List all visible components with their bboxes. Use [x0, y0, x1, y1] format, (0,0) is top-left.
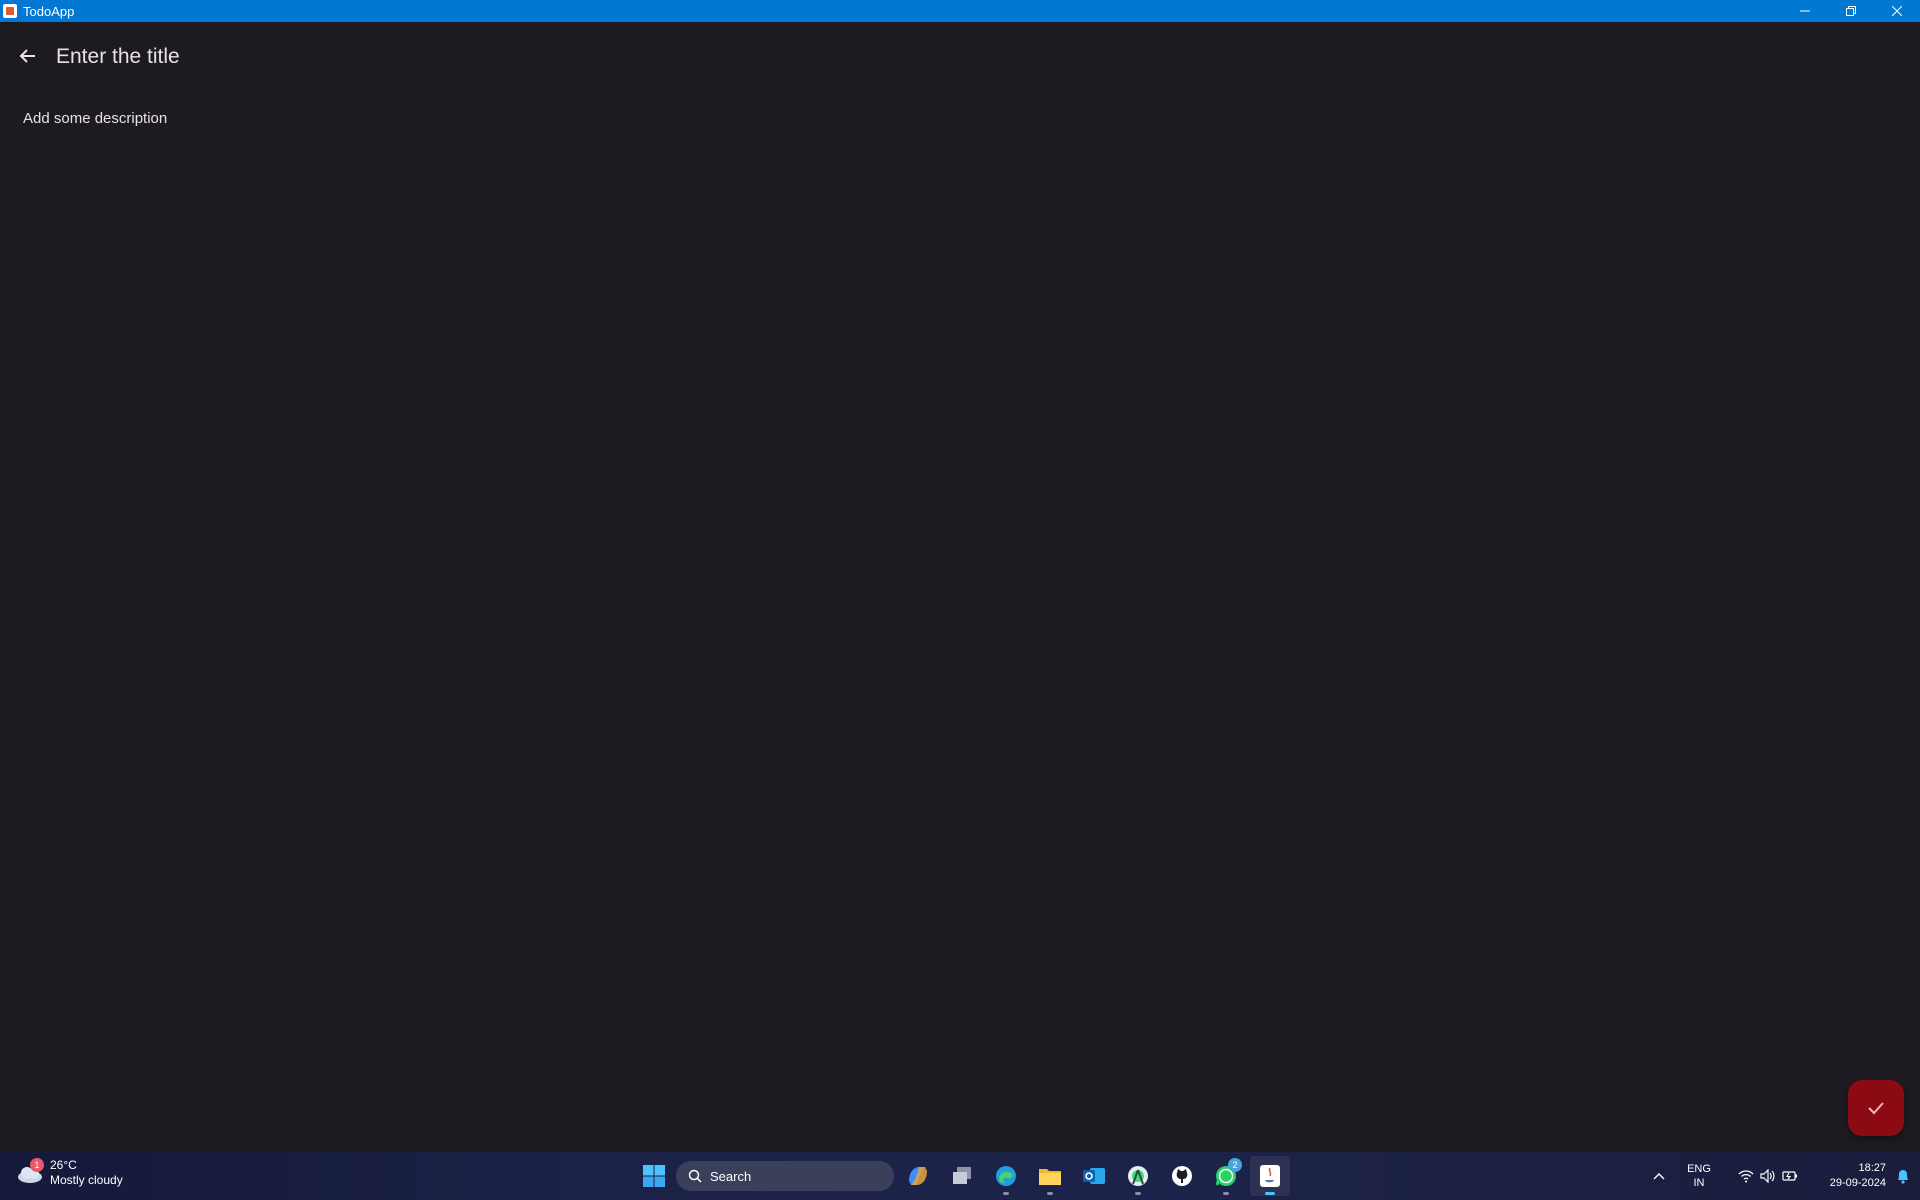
- github-icon: [1172, 1166, 1192, 1186]
- window-title: TodoApp: [23, 3, 75, 19]
- taskbar-edge[interactable]: [986, 1156, 1026, 1196]
- arrow-back-icon: [19, 49, 35, 63]
- weather-widget[interactable]: 1 26°C Mostly cloudy: [16, 1158, 123, 1188]
- close-button[interactable]: [1874, 0, 1920, 22]
- taskbar-github[interactable]: [1162, 1156, 1202, 1196]
- taskbar: 1 26°C Mostly cloudy Search 2 ENG IN 18:…: [0, 1152, 1920, 1200]
- taskbar-apps: Search 2: [636, 1156, 1290, 1196]
- task-view-icon: [953, 1167, 971, 1184]
- running-indicator: [1223, 1192, 1229, 1195]
- java-icon: [1260, 1165, 1280, 1187]
- taskbar-whatsapp[interactable]: 2: [1206, 1156, 1246, 1196]
- android-studio-icon: [1128, 1166, 1148, 1186]
- taskbar-file-explorer[interactable]: [1030, 1156, 1070, 1196]
- clock-time: 18:27: [1858, 1162, 1886, 1174]
- weather-badge: 1: [30, 1158, 44, 1172]
- running-indicator: [1047, 1192, 1053, 1195]
- battery-icon: [1782, 1171, 1797, 1181]
- running-indicator: [1135, 1192, 1141, 1195]
- volume-icon: [1760, 1169, 1775, 1183]
- search-icon: [688, 1169, 702, 1183]
- weather-temp: 26°C: [50, 1158, 77, 1172]
- description-input[interactable]: [23, 110, 1223, 360]
- search-label: Search: [710, 1168, 752, 1184]
- taskbar-outlook[interactable]: [1074, 1156, 1114, 1196]
- save-button[interactable]: [1848, 1080, 1904, 1136]
- restore-button[interactable]: [1828, 0, 1874, 22]
- minimize-icon: [1800, 10, 1810, 12]
- quick-settings[interactable]: [1738, 1169, 1798, 1183]
- note-editor: [0, 22, 1920, 1152]
- running-indicator: [1265, 1192, 1275, 1195]
- window-titlebar: TodoApp: [0, 0, 1920, 22]
- title-input[interactable]: [56, 42, 656, 72]
- window-controls: [1782, 0, 1920, 22]
- taskbar-java[interactable]: [1250, 1156, 1290, 1196]
- cloud-icon: 1: [16, 1158, 44, 1184]
- outlook-icon: [1083, 1168, 1105, 1184]
- minimize-button[interactable]: [1782, 0, 1828, 22]
- app-logo-icon: [3, 4, 17, 18]
- system-tray: ENG IN 18:27 29-09-2024: [1644, 1152, 1920, 1200]
- clock[interactable]: 18:27 29-09-2024: [1814, 1161, 1886, 1191]
- close-icon: [1892, 6, 1902, 16]
- weather-condition: Mostly cloudy: [50, 1173, 123, 1187]
- chevron-up-icon: [1653, 1173, 1665, 1180]
- region-code: IN: [1693, 1177, 1705, 1189]
- folder-icon: [1039, 1169, 1061, 1185]
- check-icon: [1868, 1102, 1884, 1115]
- taskbar-search[interactable]: Search: [676, 1161, 894, 1191]
- language-code: ENG: [1687, 1163, 1711, 1175]
- notifications-button[interactable]: [1886, 1168, 1920, 1184]
- restore-icon: [1846, 6, 1856, 16]
- wifi-icon: [1738, 1170, 1754, 1183]
- show-hidden-icons-button[interactable]: [1644, 1172, 1674, 1180]
- windows-logo-icon: [643, 1165, 665, 1187]
- running-indicator: [1003, 1192, 1009, 1195]
- taskbar-android-studio[interactable]: [1118, 1156, 1158, 1196]
- clock-date: 29-09-2024: [1829, 1177, 1886, 1189]
- bell-icon: [1898, 1170, 1908, 1184]
- taskbar-task-view[interactable]: [942, 1156, 982, 1196]
- taskbar-copilot[interactable]: [898, 1156, 938, 1196]
- copilot-icon: [909, 1167, 927, 1185]
- edge-icon: [996, 1166, 1016, 1186]
- language-indicator[interactable]: ENG IN: [1674, 1162, 1724, 1190]
- start-button[interactable]: [636, 1156, 672, 1196]
- whatsapp-badge: 2: [1228, 1158, 1242, 1172]
- back-button[interactable]: [14, 42, 42, 70]
